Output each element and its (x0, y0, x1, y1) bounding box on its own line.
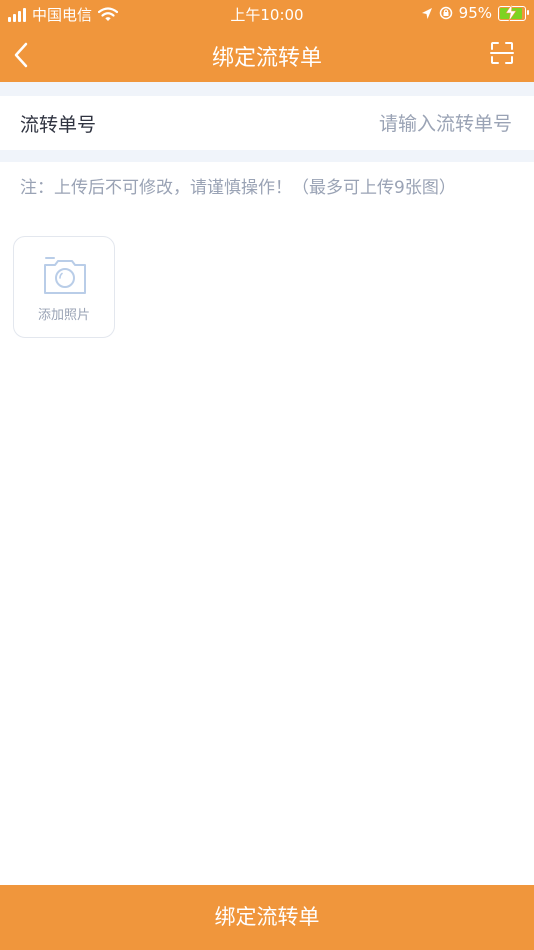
transfer-number-row: 流转单号 (0, 96, 534, 150)
add-photo-label: 添加照片 (37, 308, 90, 323)
add-photo-button[interactable]: 添加照片 (13, 236, 115, 338)
scan-icon[interactable] (490, 41, 514, 65)
status-right: 95% (421, 3, 529, 22)
battery-icon (498, 3, 529, 21)
transfer-number-label: 流转单号 (20, 114, 97, 136)
bind-transfer-button[interactable]: 绑定流转单 (0, 885, 534, 950)
transfer-number-input[interactable] (210, 106, 514, 142)
battery-percent: 95% (458, 4, 492, 22)
nav-bar: 绑定流转单 (0, 28, 534, 82)
orientation-lock-icon (439, 6, 452, 20)
charging-bolt-icon (505, 3, 517, 21)
upload-note: 注：上传后不可修改，请谨慎操作！（最多可上传9张图） (20, 178, 456, 198)
location-icon (421, 7, 432, 19)
section-divider (0, 150, 534, 162)
section-divider (0, 82, 534, 96)
page-title: 绑定流转单 (211, 46, 322, 71)
status-bar: 中国电信 上午10:00 95% (0, 0, 534, 28)
camera-icon (44, 257, 86, 294)
